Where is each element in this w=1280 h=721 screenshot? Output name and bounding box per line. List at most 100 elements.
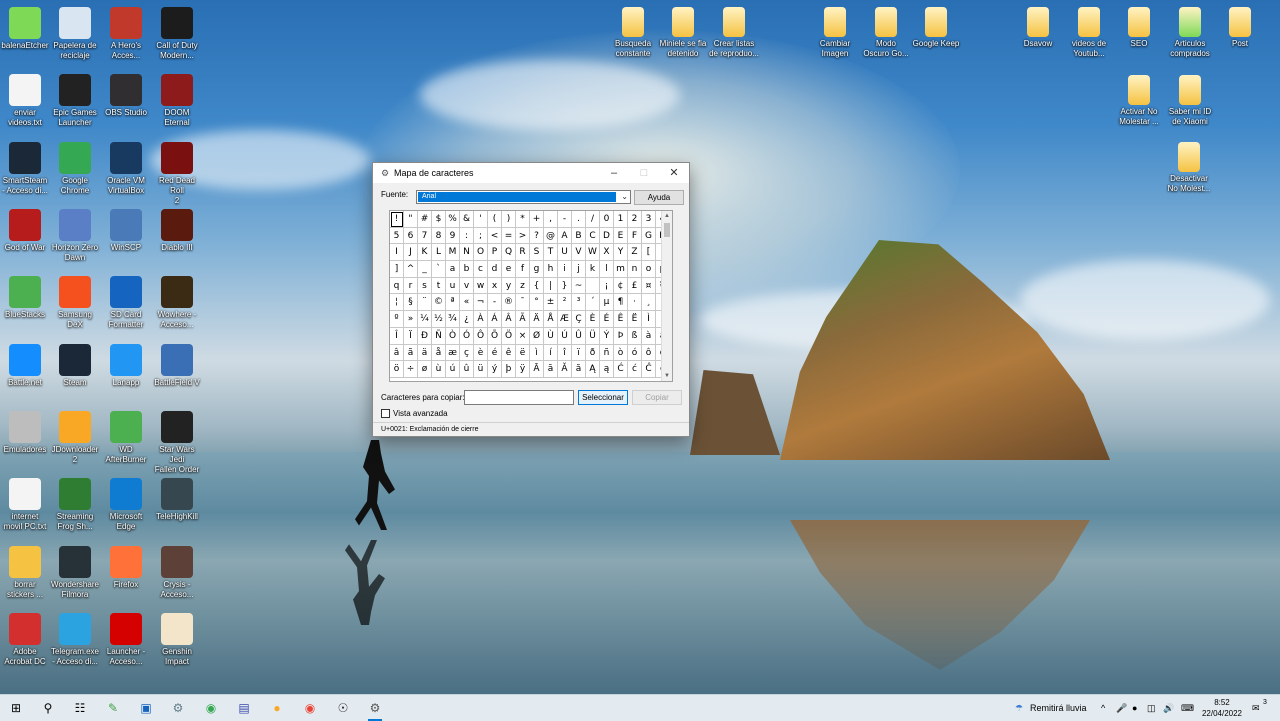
character-cell[interactable]: Å [544, 311, 558, 328]
character-cell[interactable]: z [516, 277, 530, 295]
character-cell[interactable]: ç [460, 344, 474, 362]
desktop-icon[interactable]: God of War [0, 207, 50, 253]
character-cell[interactable]: Ï [404, 327, 418, 345]
character-cell[interactable]: a [446, 261, 460, 278]
character-cell[interactable]: È [586, 311, 600, 328]
desktop-icon[interactable]: Battle.net [0, 342, 50, 388]
character-cell[interactable]: f [516, 261, 530, 278]
desktop-icon[interactable]: Papelera de reciclaje [50, 5, 100, 61]
character-cell[interactable]: 8 [432, 227, 446, 245]
desktop-icon[interactable]: Call of Duty Modern... [152, 5, 202, 61]
clock[interactable]: 8:52 22/04/2022 [1202, 697, 1242, 719]
character-cell[interactable]: ¦ [390, 294, 404, 312]
character-cell[interactable]: E [614, 227, 628, 245]
obs-icon[interactable]: ☉ [334, 699, 352, 717]
search-icon[interactable]: ⚲ [39, 699, 57, 717]
character-cell[interactable]: ù [432, 361, 446, 378]
character-cell[interactable]: ½ [432, 311, 446, 328]
window-titlebar[interactable]: ⚙ Mapa de caracteres – □ ✕ [373, 163, 689, 183]
character-cell[interactable]: ñ [600, 344, 614, 362]
character-cell[interactable]: ¡ [600, 277, 614, 295]
help-button[interactable]: Ayuda [634, 190, 684, 205]
character-cell[interactable]: Ā [530, 361, 544, 378]
character-cell[interactable]: Ý [600, 327, 614, 345]
network-icon[interactable]: ◫ [1147, 695, 1156, 721]
character-cell[interactable]: " [404, 211, 418, 228]
character-cell[interactable]: ª [446, 294, 460, 312]
character-cell[interactable]: © [432, 294, 446, 312]
character-cell[interactable]: x [488, 277, 502, 295]
character-cell[interactable] [586, 277, 600, 295]
desktop-icon[interactable]: Wowhere - Acceso... [152, 274, 202, 330]
character-cell[interactable]: 7 [418, 227, 432, 245]
character-cell[interactable]: ö [390, 361, 404, 378]
character-cell[interactable]: U [558, 244, 572, 262]
character-cell[interactable]: ë [516, 344, 530, 362]
character-cell[interactable]: s [418, 277, 432, 295]
desktop-icon[interactable]: Telegram.exe - Acceso di... [50, 611, 100, 667]
scroll-thumb[interactable] [664, 223, 670, 237]
character-cell[interactable]: { [530, 277, 544, 295]
folder-icon-item[interactable]: Crear listas de reproduo... [709, 5, 759, 59]
chevron-down-icon[interactable]: ⌄ [621, 191, 628, 203]
store-icon[interactable]: ▣ [137, 699, 155, 717]
character-cell[interactable]: £ [628, 277, 642, 295]
character-cell[interactable]: Q [502, 244, 516, 262]
character-cell[interactable]: n [628, 261, 642, 278]
copy-button[interactable]: Copiar [632, 390, 682, 405]
character-cell[interactable]: ÷ [404, 361, 418, 378]
character-cell[interactable]: É [600, 311, 614, 328]
character-cell[interactable]: m [614, 261, 628, 278]
character-cell[interactable]: Ć [614, 361, 628, 378]
desktop-icon[interactable]: TeleHighKill [152, 476, 202, 522]
character-cell[interactable]: R [516, 244, 530, 262]
character-cell[interactable]: ó [628, 344, 642, 362]
character-cell[interactable]: Õ [488, 327, 502, 345]
character-cell[interactable]: l [600, 261, 614, 278]
checkbox-box[interactable] [381, 409, 390, 419]
character-cell[interactable]: ¾ [446, 311, 460, 328]
character-cell[interactable]: S [530, 244, 544, 262]
character-cell[interactable]: N [460, 244, 474, 262]
character-cell[interactable]: g [530, 261, 544, 278]
font-dropdown[interactable]: Arial ⌄ [416, 190, 631, 204]
character-cell[interactable]: ÿ [516, 361, 530, 378]
desktop-icon[interactable]: Oracle VM VirtualBox [101, 140, 151, 196]
close-button[interactable]: ✕ [659, 163, 689, 183]
volume-icon[interactable]: 🔊 [1163, 695, 1174, 721]
character-cell[interactable]: ² [558, 294, 572, 312]
desktop-icon[interactable]: BattleField V [152, 342, 202, 388]
character-cell[interactable]: Ò [446, 327, 460, 345]
scroll-down-icon[interactable]: ▼ [662, 371, 672, 381]
desktop-icon[interactable]: enviar videos.txt [0, 72, 50, 128]
character-cell[interactable]: } [558, 277, 572, 295]
character-cell[interactable]: [ [642, 244, 656, 262]
desktop-icon[interactable]: BlueStacks [0, 274, 50, 320]
character-cell[interactable]: # [418, 211, 432, 228]
character-cell[interactable]: è [474, 344, 488, 362]
character-grid[interactable]: !"#$%&'()*+,-./0123456789:;<=>?@ABCDEFGH… [389, 210, 673, 382]
character-cell[interactable]: ā [544, 361, 558, 378]
desktop-icon[interactable]: DOOM Eternal [152, 72, 202, 128]
character-cell[interactable]: r [404, 277, 418, 295]
character-cell[interactable]: ! [390, 211, 404, 228]
character-cell[interactable]: 5 [390, 227, 404, 245]
character-cell[interactable]: q [390, 277, 404, 295]
character-cell[interactable]: ? [530, 227, 544, 245]
character-cell[interactable]: Ă [558, 361, 572, 378]
character-cell[interactable]: ~ [572, 277, 586, 295]
app-icon[interactable]: ⚙ [169, 699, 187, 717]
character-cell[interactable]: & [460, 211, 474, 228]
desktop-icon[interactable]: Firefox [101, 544, 151, 590]
desktop-icon[interactable]: Launcher - Acceso... [101, 611, 151, 667]
character-cell[interactable]: ß [628, 327, 642, 345]
character-map-window[interactable]: ⚙ Mapa de caracteres – □ ✕ Fuente: Arial… [372, 162, 690, 437]
folder-icon-item[interactable]: Google Keep [911, 5, 961, 49]
character-cell[interactable]: K [418, 244, 432, 262]
character-cell[interactable]: F [628, 227, 642, 245]
character-cell[interactable]: _ [418, 261, 432, 278]
character-cell[interactable]: $ [432, 211, 446, 228]
character-cell[interactable]: T [544, 244, 558, 262]
desktop-icon[interactable]: SmartSteam - Acceso di... [0, 140, 50, 196]
character-cell[interactable]: ï [572, 344, 586, 362]
